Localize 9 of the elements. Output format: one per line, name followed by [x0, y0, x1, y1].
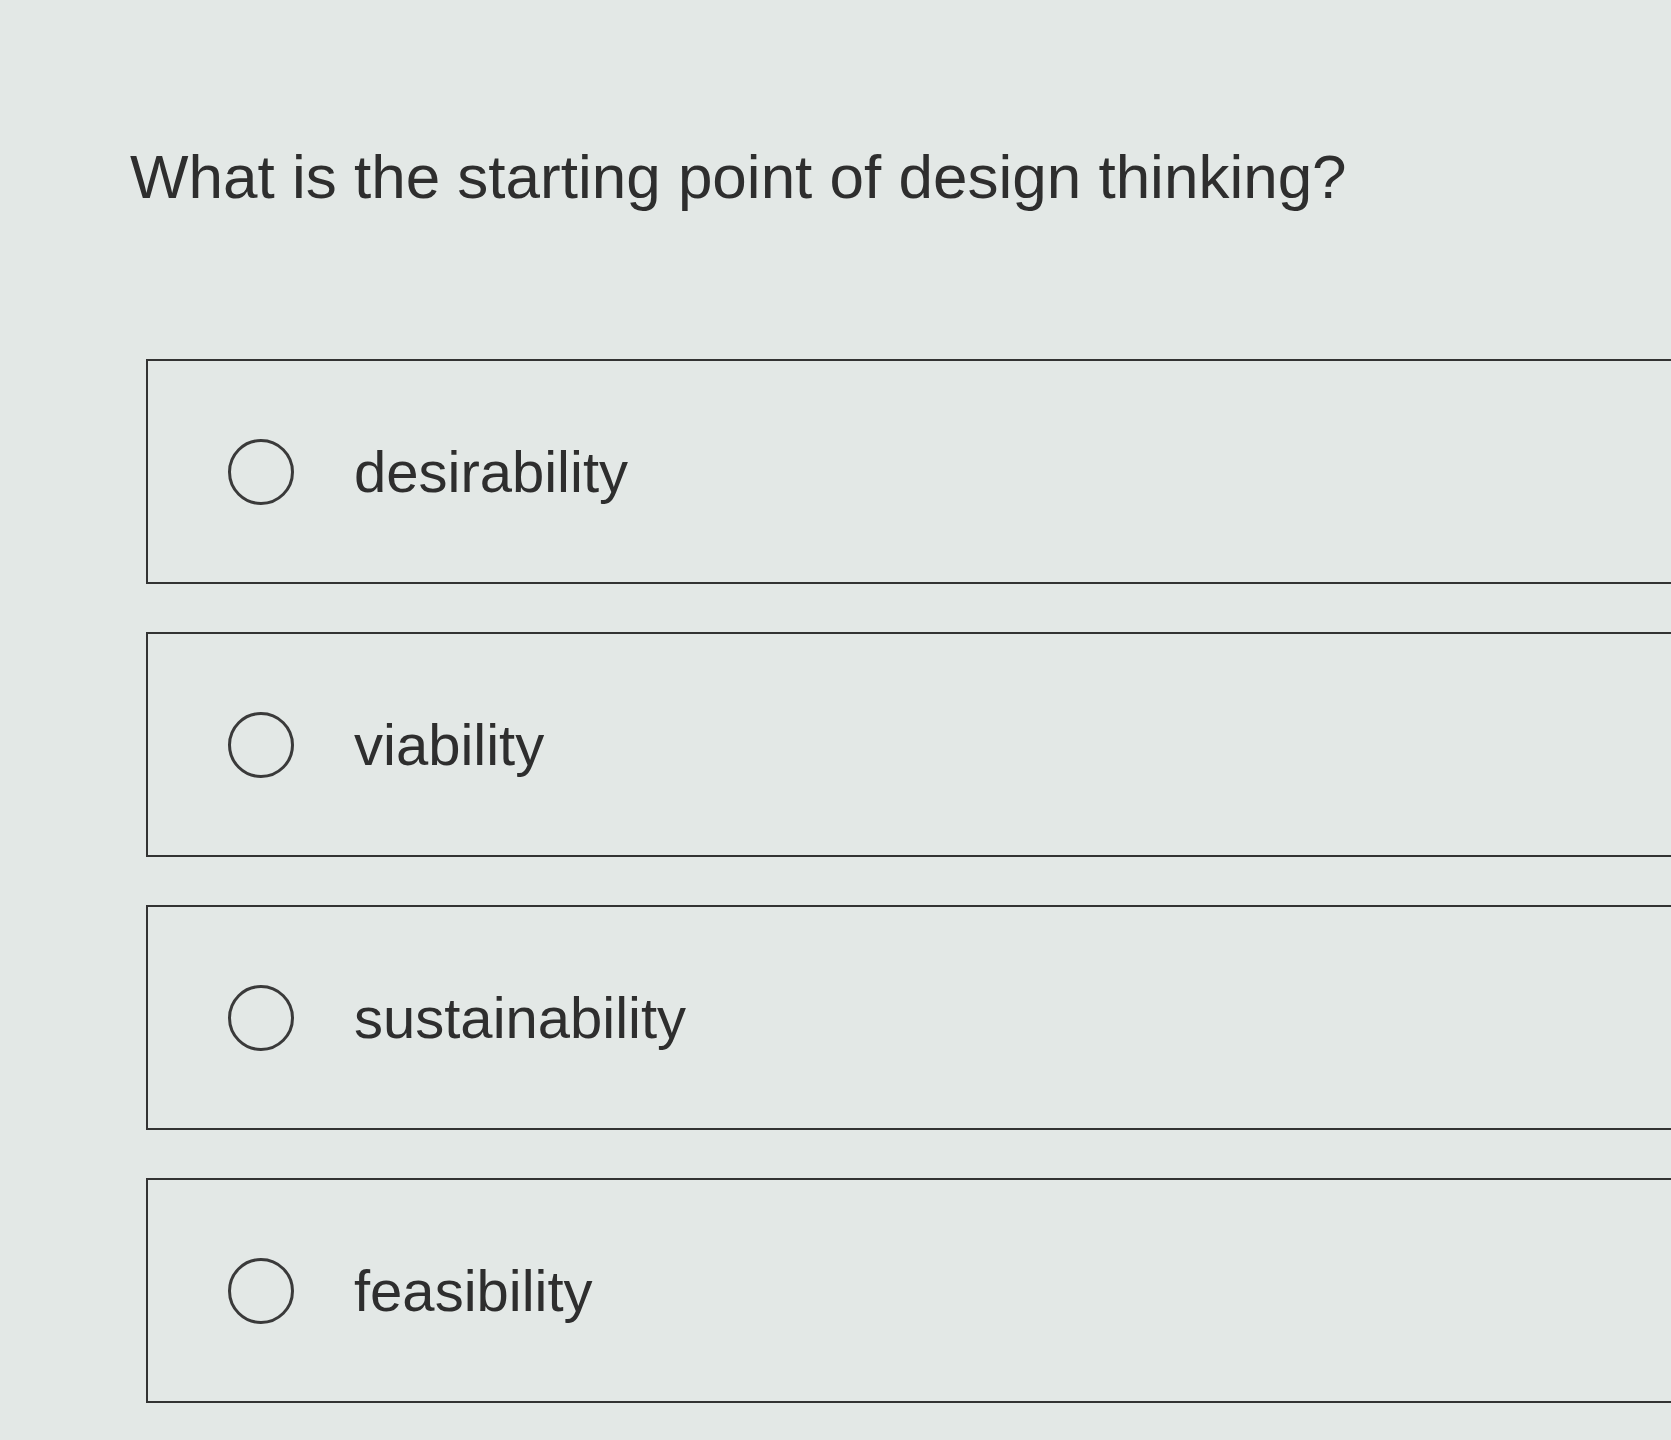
radio-button[interactable]	[228, 711, 294, 778]
answer-option[interactable]: viability	[146, 632, 1671, 858]
radio-button[interactable]	[228, 438, 294, 505]
question-text: What is the starting point of design thinking?	[130, 141, 1347, 213]
radio-button[interactable]	[228, 984, 294, 1051]
answer-option[interactable]: desirability	[146, 359, 1671, 585]
answer-option[interactable]: feasibility	[146, 1178, 1671, 1404]
answer-option[interactable]: sustainability	[146, 905, 1671, 1131]
radio-button[interactable]	[228, 1257, 294, 1324]
